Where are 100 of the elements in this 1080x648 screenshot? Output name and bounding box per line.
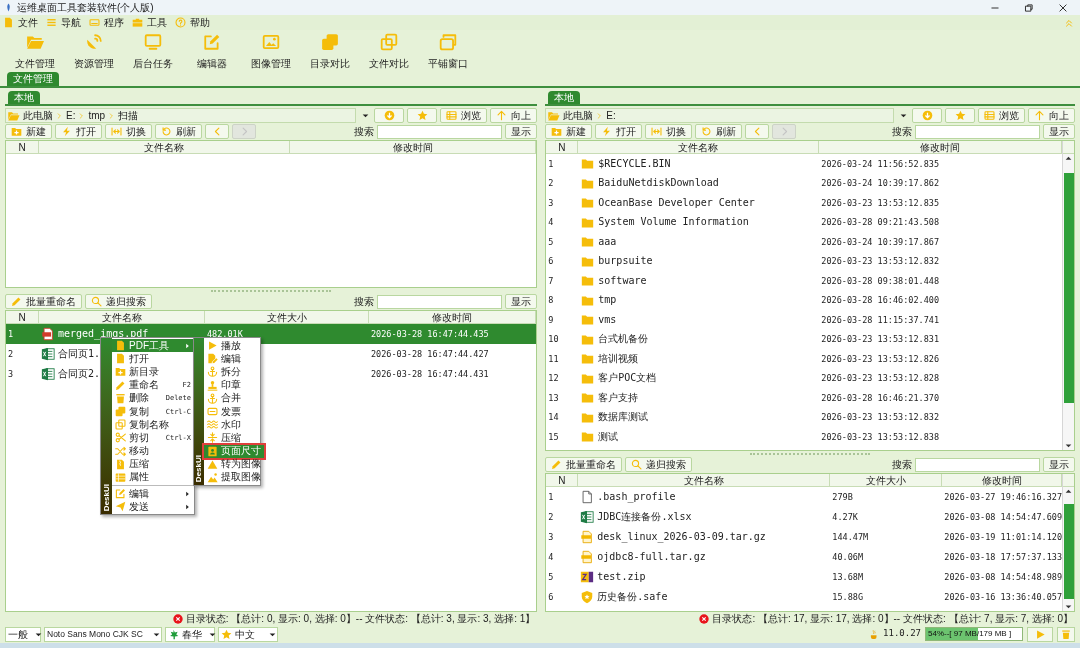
- batch-rename-button[interactable]: 批量重命名: [545, 457, 623, 472]
- menu-item[interactable]: 压缩: [112, 457, 194, 471]
- column-header[interactable]: 修改时间: [290, 141, 537, 154]
- toolbar-button[interactable]: 文件对比: [359, 33, 418, 69]
- toolbar-button[interactable]: 资源管理: [64, 33, 123, 69]
- path-bar[interactable]: 此电脑 E: tmp 扫描: [5, 108, 357, 123]
- refresh-button[interactable]: 刷新: [695, 124, 743, 139]
- browse-button[interactable]: 浏览: [440, 108, 488, 123]
- column-header[interactable]: 文件名称: [39, 141, 290, 154]
- open-button[interactable]: 打开: [55, 124, 102, 139]
- recursive-search-button[interactable]: 递归搜索: [85, 294, 152, 309]
- delete-button[interactable]: [1057, 626, 1075, 642]
- favorites-button[interactable]: [945, 108, 975, 123]
- send-icon: [115, 501, 126, 513]
- menu-item[interactable]: 工具: [132, 16, 167, 29]
- menu-item[interactable]: 文件: [3, 16, 38, 29]
- menu-item[interactable]: 复制名称: [112, 418, 194, 432]
- dropdown[interactable]: 一般: [5, 626, 41, 642]
- show-button[interactable]: 显示: [1043, 457, 1075, 472]
- menu-item[interactable]: 压缩: [204, 431, 264, 445]
- collapse-button[interactable]: [1064, 17, 1074, 28]
- menu-item[interactable]: 编辑: [204, 352, 264, 366]
- path-segment[interactable]: tmp: [88, 109, 106, 122]
- download-button[interactable]: [374, 108, 405, 123]
- pane-tab[interactable]: 本地: [548, 91, 581, 104]
- shuffle-icon: [115, 445, 126, 457]
- app-logo-icon: [4, 2, 13, 13]
- menu-item[interactable]: 发送: [112, 500, 194, 514]
- favorites-button[interactable]: [407, 108, 438, 123]
- dropdown[interactable]: 中文: [218, 626, 278, 642]
- search-field[interactable]: [377, 124, 503, 139]
- path-segment[interactable]: 扫描: [118, 109, 139, 122]
- menu-item[interactable]: 拆分: [204, 365, 264, 379]
- menu-item[interactable]: 提取图像: [204, 470, 264, 485]
- new-button[interactable]: 新建: [545, 124, 593, 139]
- dropdown[interactable]: Noto Sans Mono CJK SC: [44, 626, 162, 642]
- menu-item[interactable]: 合并: [204, 391, 264, 405]
- scrollbar-thumb[interactable]: [1063, 173, 1074, 403]
- table-cell-text: 4: [547, 551, 555, 563]
- toolbar-button[interactable]: 图像管理: [241, 33, 300, 69]
- table-row[interactable]: 4 ojdbc8-full.tar.gz 40.06M 2026-03-18 17:57:37.133: [546, 547, 1062, 567]
- new-folder-icon: [115, 366, 126, 378]
- menu-item[interactable]: 打开: [112, 352, 194, 366]
- path-segment[interactable]: 此电脑: [23, 109, 53, 122]
- close-icon: [1058, 2, 1068, 13]
- toolbar-button[interactable]: 编辑器: [182, 33, 241, 69]
- menu-item[interactable]: 程序: [89, 16, 124, 29]
- back-button[interactable]: [205, 124, 229, 139]
- path-bar[interactable]: 此电脑 E:: [545, 108, 894, 123]
- back-button[interactable]: [745, 124, 770, 139]
- list-icon: [115, 471, 126, 483]
- table-row[interactable]: 1 .bash_profile 279B 2026-03-27 19:46:16.327: [546, 487, 1062, 507]
- new-button[interactable]: 新建: [5, 124, 52, 139]
- toolbar-button[interactable]: 平铺窗口: [418, 33, 477, 69]
- table-cell: 历史备份.safe: [597, 591, 668, 603]
- menu-item[interactable]: 帮助: [175, 16, 210, 29]
- scrollbar-thumb[interactable]: [1063, 504, 1074, 599]
- splitter-handle[interactable]: [750, 453, 871, 455]
- search-field[interactable]: [377, 294, 503, 309]
- menu-item[interactable]: 转为图像: [204, 457, 264, 471]
- scrollbar[interactable]: [1063, 487, 1074, 611]
- arrow-up-icon: [1034, 110, 1045, 121]
- path-segment[interactable]: E:: [66, 109, 76, 122]
- show-button[interactable]: 显示: [505, 124, 538, 139]
- up-button[interactable]: 向上: [490, 108, 538, 123]
- column-header[interactable]: N: [6, 141, 39, 154]
- star-icon: [954, 110, 966, 121]
- chevron-icon: [56, 111, 63, 120]
- switch-button[interactable]: 切换: [645, 124, 693, 139]
- search-field[interactable]: [915, 457, 1040, 472]
- show-button[interactable]: 显示: [505, 294, 538, 309]
- menu-item[interactable]: 水印: [204, 418, 264, 432]
- open-button[interactable]: 打开: [595, 124, 643, 139]
- scrollbar[interactable]: [1063, 154, 1074, 450]
- toolbar-button[interactable]: 目录对比: [300, 33, 359, 69]
- switch-button[interactable]: 切换: [105, 124, 152, 139]
- browse-button[interactable]: 浏览: [978, 108, 1025, 123]
- menu-item[interactable]: PDF工具: [112, 339, 194, 353]
- main-tab[interactable]: 文件管理: [7, 72, 59, 86]
- toolbar-button[interactable]: 文件管理: [5, 33, 64, 69]
- splitter-handle[interactable]: [211, 290, 332, 292]
- menu-item[interactable]: 导航: [46, 16, 81, 29]
- path-segment[interactable]: 此电脑: [563, 109, 594, 122]
- table-row[interactable]: 3 desk_linux_2026-03-09.tar.gz 144.47M 2026-03-19 11:01:14.120: [546, 527, 1062, 547]
- recursive-search-button[interactable]: 递归搜索: [625, 457, 693, 472]
- menu-item[interactable]: 页面尺寸: [204, 444, 264, 458]
- search-field[interactable]: [915, 124, 1040, 139]
- show-button[interactable]: 显示: [1043, 124, 1075, 139]
- up-button[interactable]: 向上: [1028, 108, 1075, 123]
- path-segment[interactable]: E:: [606, 109, 616, 122]
- toolbar-button[interactable]: 后台任务: [123, 33, 182, 69]
- menu-item[interactable]: 发票: [204, 404, 264, 419]
- refresh-button[interactable]: 刷新: [155, 124, 202, 139]
- batch-rename-button[interactable]: 批量重命名: [5, 294, 82, 309]
- menu-item[interactable]: 移动: [112, 444, 194, 458]
- run-button[interactable]: [1027, 626, 1053, 642]
- dropdown[interactable]: 春华: [165, 626, 215, 642]
- archive-icon: [580, 530, 595, 544]
- pane-tab[interactable]: 本地: [8, 91, 40, 104]
- menu-item[interactable]: 编辑: [112, 487, 194, 501]
